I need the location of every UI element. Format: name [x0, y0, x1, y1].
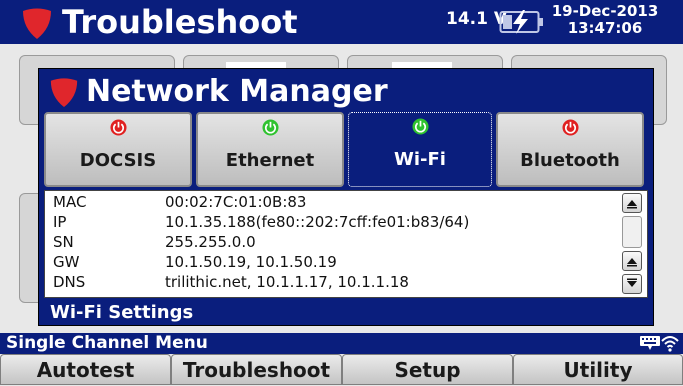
tab-bluetooth[interactable]: Bluetooth: [496, 112, 644, 187]
wifi-settings-button[interactable]: Wi-Fi Settings: [44, 300, 648, 325]
info-key: MAC: [53, 193, 87, 211]
scroll-down-button[interactable]: [622, 274, 642, 294]
power-icon: [562, 119, 579, 136]
time: 13:47:06: [567, 19, 643, 37]
scroll-up-button[interactable]: [622, 193, 642, 213]
scroll-up-button[interactable]: [622, 251, 642, 271]
logo-shield-icon: [23, 8, 51, 39]
menu-troubleshoot[interactable]: Troubleshoot: [171, 354, 342, 385]
wifi-icon[interactable]: [660, 334, 680, 352]
voltage-readout: 14.1 V: [446, 9, 508, 29]
info-value: 00:02:7C:01:0B:83: [165, 193, 307, 211]
network-info-panel: MAC 00:02:7C:01:0B:83 IP 10.1.35.188(fe8…: [44, 190, 648, 298]
power-icon: [262, 119, 279, 136]
info-key: DNS: [53, 273, 86, 291]
info-value: 255.255.0.0: [165, 233, 256, 251]
info-value: 10.1.35.188(fe80::202:7cff:fe01:b83/64): [165, 213, 470, 231]
info-key: GW: [53, 253, 80, 271]
dialog-title: Network Manager: [86, 74, 388, 109]
page-title: Troubleshoot: [62, 3, 298, 41]
battery-charging-icon: [499, 10, 543, 34]
tab-label: Bluetooth: [520, 150, 620, 171]
menu-setup[interactable]: Setup: [342, 354, 513, 385]
info-value: trilithic.net, 10.1.1.17, 10.1.1.18: [165, 273, 409, 291]
scroll-up-icon: [627, 258, 637, 267]
scroll-up-icon: [627, 200, 637, 209]
single-channel-menu-label[interactable]: Single Channel Menu: [6, 333, 208, 354]
tab-ethernet[interactable]: Ethernet: [196, 112, 344, 187]
date: 19-Dec-2013: [551, 2, 659, 20]
tab-docsis[interactable]: DOCSIS: [44, 112, 192, 187]
info-key: SN: [53, 233, 74, 251]
menu-autotest[interactable]: Autotest: [0, 354, 171, 385]
tab-label: Wi-Fi: [394, 149, 446, 170]
keyboard-icon[interactable]: [640, 335, 660, 351]
power-icon: [412, 118, 429, 135]
info-key: IP: [53, 213, 67, 231]
tab-label: Ethernet: [225, 150, 315, 171]
menu-utility[interactable]: Utility: [513, 354, 683, 385]
scroll-down-icon: [627, 278, 637, 287]
logo-shield-icon: [50, 78, 78, 108]
info-value: 10.1.50.19, 10.1.50.19: [165, 253, 337, 271]
tab-label: DOCSIS: [79, 150, 157, 171]
scrollbar-track[interactable]: [622, 216, 642, 248]
power-icon: [110, 119, 127, 136]
tab-wifi[interactable]: Wi-Fi: [348, 112, 492, 187]
datetime: 19-Dec-2013 13:47:06: [545, 3, 665, 37]
